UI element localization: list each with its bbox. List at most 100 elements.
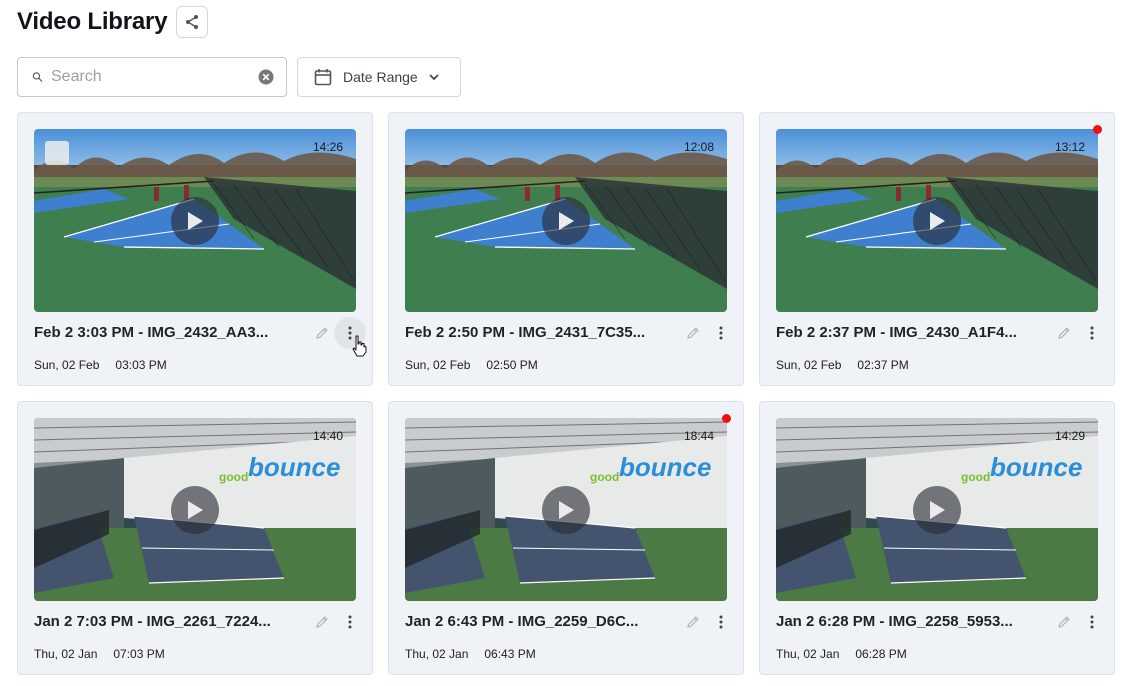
video-date: Thu, 02 Jan	[776, 647, 840, 661]
play-button[interactable]	[171, 197, 219, 245]
video-thumbnail[interactable]: good bounce 18:44	[405, 418, 727, 601]
svg-text:good: good	[590, 470, 619, 484]
video-time: 07:03 PM	[113, 647, 165, 661]
pencil-icon	[1058, 327, 1070, 339]
more-options-button[interactable]	[1076, 317, 1108, 349]
play-icon	[188, 501, 203, 519]
unwatched-dot	[722, 414, 731, 423]
video-card[interactable]: 12:08 Feb 2 2:50 PM - IMG_2431_7C35... Sun…	[388, 112, 744, 386]
search-box[interactable]	[17, 57, 287, 97]
filter-toolbar: Date Range	[17, 57, 461, 97]
video-time: 06:28 PM	[855, 647, 907, 661]
video-time: 02:50 PM	[486, 358, 538, 372]
video-title: Feb 2 2:50 PM - IMG_2431_7C35...	[405, 324, 646, 341]
play-button[interactable]	[542, 197, 590, 245]
video-card[interactable]: 14:26 Feb 2 3:03 PM - IMG_2432_AA3... Sun,…	[17, 112, 373, 386]
video-grid: 14:26 Feb 2 3:03 PM - IMG_2432_AA3... Sun,…	[17, 112, 1115, 675]
video-title: Jan 2 6:43 PM - IMG_2259_D6C...	[405, 613, 639, 630]
play-button[interactable]	[913, 486, 961, 534]
pencil-icon	[687, 616, 699, 628]
pencil-icon	[316, 327, 328, 339]
pencil-icon	[316, 616, 328, 628]
play-icon	[188, 212, 203, 230]
search-icon	[32, 72, 43, 82]
clear-icon	[258, 69, 274, 85]
page-title: Video Library	[17, 8, 168, 35]
hand-cursor-icon	[351, 335, 367, 362]
video-meta: Thu, 02 Jan 06:28 PM	[776, 647, 907, 661]
more-vertical-icon	[1090, 326, 1094, 340]
edit-button[interactable]	[684, 613, 702, 631]
pencil-icon	[1058, 616, 1070, 628]
video-card[interactable]: good bounce 14:29 Jan 2 6:28 PM - IMG_2258_…	[759, 401, 1115, 675]
unwatched-dot	[1093, 125, 1102, 134]
search-input[interactable]	[51, 68, 258, 86]
more-options-button[interactable]	[705, 317, 737, 349]
edit-button[interactable]	[684, 324, 702, 342]
video-thumbnail[interactable]: 14:26	[34, 129, 356, 312]
chevron-down-icon	[429, 74, 439, 81]
video-card[interactable]: good bounce 14:40 Jan 2 7:03 PM - IMG_2261_…	[17, 401, 373, 675]
more-options-button[interactable]	[1076, 606, 1108, 638]
duration-label: 18:44	[683, 429, 714, 443]
video-thumbnail[interactable]: good bounce 14:29	[776, 418, 1098, 601]
more-options-button[interactable]	[334, 606, 366, 638]
play-icon	[559, 212, 574, 230]
share-button[interactable]	[176, 6, 209, 38]
video-time: 06:43 PM	[484, 647, 536, 661]
video-thumbnail[interactable]: 13:12	[776, 129, 1098, 312]
play-button[interactable]	[171, 486, 219, 534]
video-title: Feb 2 3:03 PM - IMG_2432_AA3...	[34, 324, 269, 341]
video-time: 03:03 PM	[115, 358, 167, 372]
page-header: Video Library	[17, 6, 209, 38]
video-title: Jan 2 7:03 PM - IMG_2261_7224...	[34, 613, 271, 630]
calendar-icon	[314, 69, 332, 86]
more-vertical-icon	[719, 326, 723, 340]
play-icon	[930, 212, 945, 230]
edit-button[interactable]	[313, 613, 331, 631]
video-date: Thu, 02 Jan	[405, 647, 469, 661]
select-checkbox[interactable]	[45, 141, 69, 165]
svg-text:good: good	[219, 470, 248, 484]
video-title: Feb 2 2:37 PM - IMG_2430_A1F4...	[776, 324, 1017, 341]
duration-label: 12:08	[683, 140, 714, 154]
video-card[interactable]: good bounce 18:44 Jan 2 6:43 PM - IMG_2259_…	[388, 401, 744, 675]
video-date: Sun, 02 Feb	[776, 358, 842, 372]
share-icon	[186, 15, 199, 29]
video-meta: Thu, 02 Jan 06:43 PM	[405, 647, 536, 661]
video-meta: Thu, 02 Jan 07:03 PM	[34, 647, 165, 661]
date-range-label: Date Range	[343, 69, 418, 85]
play-icon	[930, 501, 945, 519]
video-thumbnail[interactable]: 12:08	[405, 129, 727, 312]
more-vertical-icon	[719, 615, 723, 629]
video-time: 02:37 PM	[857, 358, 909, 372]
duration-label: 14:29	[1054, 429, 1085, 443]
video-meta: Sun, 02 Feb 03:03 PM	[34, 358, 167, 372]
clear-search-button[interactable]	[258, 68, 274, 86]
edit-button[interactable]	[1055, 324, 1073, 342]
video-date: Thu, 02 Jan	[34, 647, 98, 661]
play-icon	[559, 501, 574, 519]
svg-text:bounce: bounce	[619, 452, 711, 482]
video-meta: Sun, 02 Feb 02:50 PM	[405, 358, 538, 372]
video-meta: Sun, 02 Feb 02:37 PM	[776, 358, 909, 372]
svg-text:good: good	[961, 470, 990, 484]
more-options-button[interactable]	[705, 606, 737, 638]
play-button[interactable]	[913, 197, 961, 245]
svg-text:bounce: bounce	[990, 452, 1082, 482]
edit-button[interactable]	[313, 324, 331, 342]
more-vertical-icon	[348, 615, 352, 629]
video-thumbnail[interactable]: good bounce 14:40	[34, 418, 356, 601]
duration-label: 13:12	[1054, 140, 1085, 154]
play-button[interactable]	[542, 486, 590, 534]
date-range-button[interactable]: Date Range	[297, 57, 461, 97]
video-card[interactable]: 13:12 Feb 2 2:37 PM - IMG_2430_A1F4... Sun…	[759, 112, 1115, 386]
pencil-icon	[687, 327, 699, 339]
video-date: Sun, 02 Feb	[34, 358, 100, 372]
edit-button[interactable]	[1055, 613, 1073, 631]
duration-label: 14:26	[312, 140, 343, 154]
video-title: Jan 2 6:28 PM - IMG_2258_5953...	[776, 613, 1013, 630]
svg-text:bounce: bounce	[248, 452, 340, 482]
duration-label: 14:40	[312, 429, 343, 443]
video-date: Sun, 02 Feb	[405, 358, 471, 372]
